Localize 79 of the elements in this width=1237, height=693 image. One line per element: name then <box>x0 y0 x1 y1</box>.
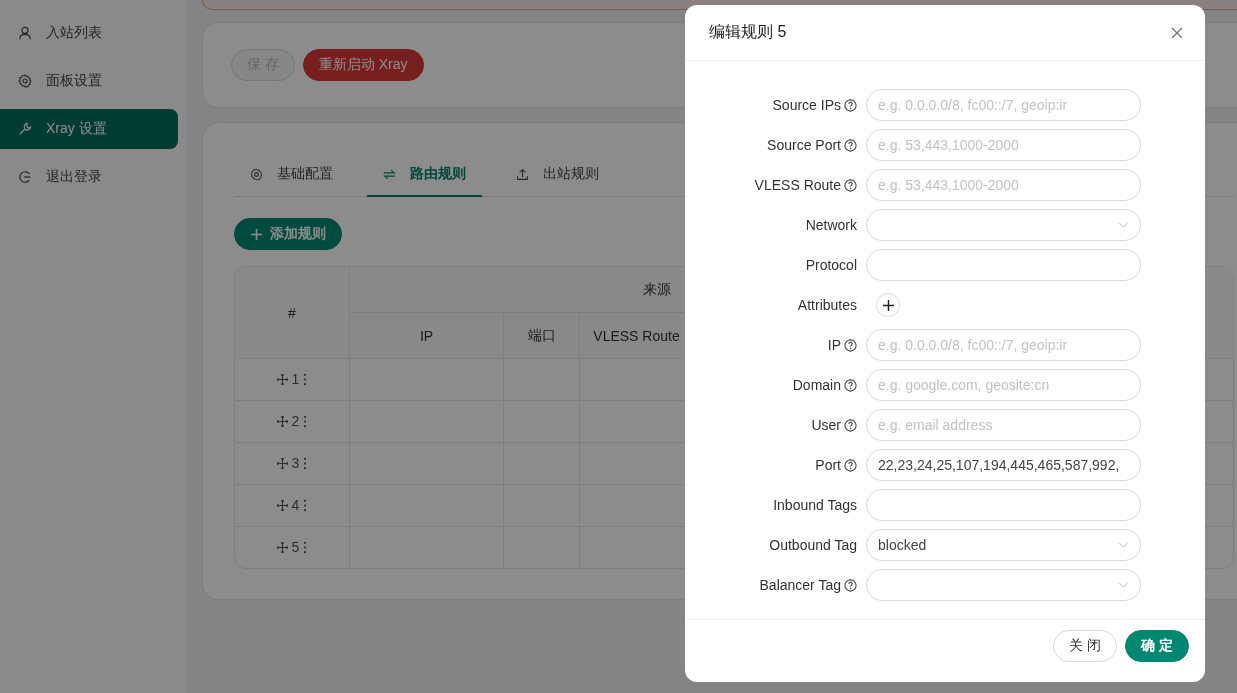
input-field[interactable]: 22,23,24,25,107,194,445,465,587,992, <box>866 449 1141 481</box>
help-icon[interactable] <box>844 98 857 112</box>
close-button[interactable]: 关 闭 <box>1053 630 1118 662</box>
swap-icon <box>383 167 396 181</box>
help-icon[interactable] <box>844 378 857 392</box>
field-label: VLESS Route <box>754 177 841 193</box>
field-label: Source Port <box>767 137 841 153</box>
help-icon[interactable] <box>844 138 857 152</box>
input-field[interactable]: e.g. 0.0.0.0/8, fc00::/7, geoip:ir <box>866 329 1141 361</box>
sidebar-item-label: 面板设置 <box>46 72 102 90</box>
sidebar-item[interactable]: Xray 设置 <box>0 109 178 149</box>
input-field[interactable] <box>866 249 1141 281</box>
row-number: 2 <box>291 413 300 430</box>
select-field[interactable]: blocked <box>866 529 1141 561</box>
restart-button[interactable]: 重新启动 Xray <box>302 49 424 81</box>
drag-handle-icon[interactable] <box>276 499 288 511</box>
row-number: 5 <box>291 539 300 556</box>
row-number: 4 <box>291 497 300 514</box>
more-icon[interactable] <box>303 372 308 386</box>
tab[interactable]: 出站规则 <box>500 153 615 197</box>
input-field[interactable]: e.g. 0.0.0.0/8, fc00::/7, geoip:ir <box>866 89 1141 121</box>
field-label: Outbound Tag <box>769 537 857 553</box>
field-label: Domain <box>792 377 841 393</box>
help-icon[interactable] <box>844 458 857 472</box>
input-field[interactable]: e.g. 53,443,1000-2000 <box>866 129 1141 161</box>
chevron-down-icon <box>1118 581 1129 589</box>
plus-icon <box>251 228 262 240</box>
sidebar-item-label: 入站列表 <box>46 24 102 42</box>
field-label: Port <box>815 457 841 473</box>
sidebar-item[interactable]: 退出登录 <box>0 157 178 197</box>
row-number: 1 <box>291 371 300 388</box>
add-rule-button[interactable]: 添加规则 <box>234 218 342 250</box>
wrench-icon <box>18 122 32 136</box>
help-icon[interactable] <box>844 418 857 432</box>
chevron-down-icon <box>1118 541 1129 549</box>
plus-icon <box>882 299 894 311</box>
field-label: Source IPs <box>772 97 841 113</box>
more-icon[interactable] <box>303 414 308 428</box>
field-label: User <box>811 417 841 433</box>
dialog-title: 编辑规则 5 <box>709 22 787 42</box>
sidebar-item[interactable]: 面板设置 <box>0 61 178 101</box>
field-label: Inbound Tags <box>773 497 857 513</box>
more-icon[interactable] <box>303 498 308 512</box>
row-number: 3 <box>291 455 300 472</box>
confirm-button[interactable]: 确 定 <box>1125 630 1189 662</box>
drag-handle-icon[interactable] <box>276 541 288 553</box>
input-field[interactable]: e.g. 53,443,1000-2000 <box>866 169 1141 201</box>
drag-handle-icon[interactable] <box>276 373 288 385</box>
field-label: IP <box>827 337 841 353</box>
select-field[interactable] <box>866 569 1141 601</box>
settings-icon <box>250 167 263 181</box>
help-icon[interactable] <box>844 578 857 592</box>
field-label: Network <box>805 217 857 233</box>
more-icon[interactable] <box>303 540 308 554</box>
field-label: Attributes <box>797 297 857 313</box>
add-button[interactable] <box>876 293 900 317</box>
sidebar-item-label: Xray 设置 <box>46 120 107 138</box>
close-icon[interactable] <box>1171 26 1183 39</box>
input-field[interactable]: e.g. google.com, geosite:cn <box>866 369 1141 401</box>
upload-icon <box>516 167 529 181</box>
help-icon[interactable] <box>844 338 857 352</box>
column-header: 端口 <box>503 313 579 359</box>
chevron-down-icon <box>1118 221 1129 229</box>
more-icon[interactable] <box>303 456 308 470</box>
field-label: Balancer Tag <box>759 577 841 593</box>
user-icon <box>18 26 32 40</box>
sidebar-item[interactable]: 入站列表 <box>0 13 178 53</box>
help-icon[interactable] <box>844 178 857 192</box>
tab[interactable]: 路由规则 <box>367 153 482 197</box>
select-field[interactable] <box>866 209 1141 241</box>
drag-handle-icon[interactable] <box>276 415 288 427</box>
sidebar-item-label: 退出登录 <box>46 168 102 186</box>
input-field[interactable]: e.g. email address <box>866 409 1141 441</box>
settings-icon <box>18 74 32 88</box>
input-field[interactable] <box>866 489 1141 521</box>
drag-handle-icon[interactable] <box>276 457 288 469</box>
tab[interactable]: 基础配置 <box>234 153 349 197</box>
logout-icon <box>18 170 32 184</box>
column-header: IP <box>349 313 503 359</box>
